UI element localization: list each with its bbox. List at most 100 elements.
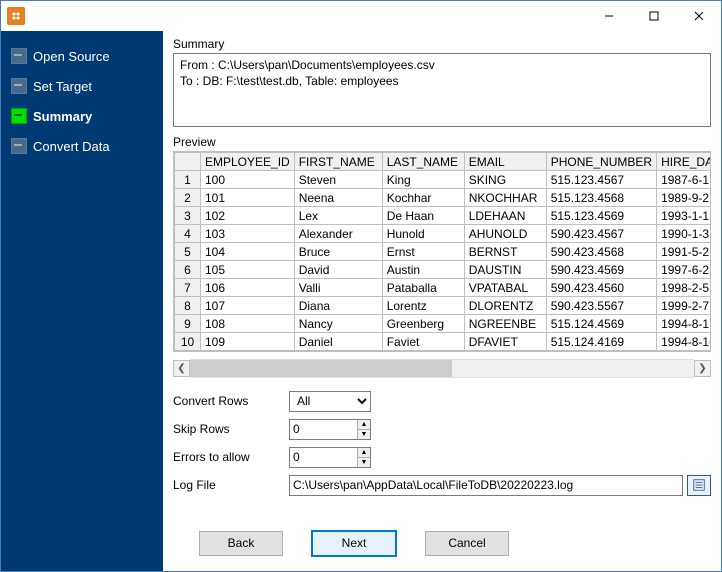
cell[interactable]: SKING [464, 171, 546, 189]
cell[interactable]: BERNST [464, 243, 546, 261]
col-header[interactable]: PHONE_NUMBER [546, 153, 656, 171]
cell[interactable]: 590.423.4569 [546, 261, 656, 279]
skip-rows-input[interactable] [290, 420, 357, 439]
cell[interactable]: David [294, 261, 382, 279]
cell[interactable]: NKOCHHAR [464, 189, 546, 207]
cell[interactable]: DAUSTIN [464, 261, 546, 279]
cell[interactable]: Nancy [294, 315, 382, 333]
cell[interactable]: 1993-1-13 [657, 207, 710, 225]
cell[interactable]: 1990-1-3 [657, 225, 710, 243]
step-convert-data[interactable]: Convert Data [1, 131, 163, 161]
skip-rows-spinner[interactable]: ▲ ▼ [289, 419, 371, 440]
cell[interactable]: Pataballa [382, 279, 464, 297]
cell[interactable]: 106 [201, 279, 295, 297]
cell[interactable]: Diana [294, 297, 382, 315]
row-number-cell[interactable]: 1 [175, 171, 201, 189]
cell[interactable]: Neena [294, 189, 382, 207]
col-header[interactable]: FIRST_NAME [294, 153, 382, 171]
table-row[interactable]: 6105DavidAustinDAUSTIN590.423.45691997-6… [175, 261, 711, 279]
table-row[interactable]: 1100StevenKingSKING515.123.45671987-6-17… [175, 171, 711, 189]
table-row[interactable]: 9108NancyGreenbergNGREENBE515.124.456919… [175, 315, 711, 333]
browse-logfile-button[interactable] [687, 475, 711, 496]
cell[interactable]: Daniel [294, 333, 382, 351]
spin-down-icon[interactable]: ▼ [358, 430, 370, 439]
row-number-cell[interactable]: 7 [175, 279, 201, 297]
cell[interactable]: 1994-8-16 [657, 333, 710, 351]
cell[interactable]: 104 [201, 243, 295, 261]
scroll-right-icon[interactable]: ❯ [694, 360, 711, 377]
cell[interactable]: 101 [201, 189, 295, 207]
row-number-cell[interactable]: 6 [175, 261, 201, 279]
cell[interactable]: Steven [294, 171, 382, 189]
cell[interactable]: 108 [201, 315, 295, 333]
row-number-cell[interactable]: 2 [175, 189, 201, 207]
step-summary[interactable]: Summary [1, 101, 163, 131]
cell[interactable]: Austin [382, 261, 464, 279]
cell[interactable]: 590.423.4567 [546, 225, 656, 243]
cell[interactable]: 105 [201, 261, 295, 279]
cell[interactable]: 515.124.4569 [546, 315, 656, 333]
scroll-left-icon[interactable]: ❮ [173, 360, 190, 377]
cell[interactable]: 515.123.4569 [546, 207, 656, 225]
col-header[interactable]: LAST_NAME [382, 153, 464, 171]
cell[interactable]: Valli [294, 279, 382, 297]
table-row[interactable]: 10109DanielFavietDFAVIET515.124.41691994… [175, 333, 711, 351]
cell[interactable]: DFAVIET [464, 333, 546, 351]
table-row[interactable]: 2101NeenaKochharNKOCHHAR515.123.45681989… [175, 189, 711, 207]
horizontal-scrollbar[interactable]: ❮ ❯ [173, 360, 711, 377]
table-row[interactable]: 5104BruceErnstBERNST590.423.45681991-5-2… [175, 243, 711, 261]
cell[interactable]: Faviet [382, 333, 464, 351]
col-header[interactable]: EMPLOYEE_ID [201, 153, 295, 171]
row-number-cell[interactable]: 5 [175, 243, 201, 261]
cell[interactable]: 515.124.4169 [546, 333, 656, 351]
table-row[interactable]: 7106ValliPataballaVPATABAL590.423.456019… [175, 279, 711, 297]
row-number-cell[interactable]: 10 [175, 333, 201, 351]
close-button[interactable] [676, 1, 721, 31]
maximize-button[interactable] [631, 1, 676, 31]
cell[interactable]: 1987-6-17 [657, 171, 710, 189]
cell[interactable]: DLORENTZ [464, 297, 546, 315]
cell[interactable]: Ernst [382, 243, 464, 261]
cell[interactable]: 100 [201, 171, 295, 189]
step-set-target[interactable]: Set Target [1, 71, 163, 101]
cell[interactable]: Greenberg [382, 315, 464, 333]
spin-down-icon[interactable]: ▼ [358, 458, 370, 467]
row-number-cell[interactable]: 4 [175, 225, 201, 243]
cell[interactable]: King [382, 171, 464, 189]
cell[interactable]: Lex [294, 207, 382, 225]
scroll-track[interactable] [190, 359, 694, 378]
cell[interactable]: 1991-5-21 [657, 243, 710, 261]
convert-rows-select[interactable]: All [289, 391, 371, 412]
row-number-cell[interactable]: 9 [175, 315, 201, 333]
cell[interactable]: VPATABAL [464, 279, 546, 297]
cell[interactable]: AHUNOLD [464, 225, 546, 243]
cell[interactable]: 1997-6-25 [657, 261, 710, 279]
spin-up-icon[interactable]: ▲ [358, 448, 370, 458]
table-row[interactable]: 3102LexDe HaanLDEHAAN515.123.45691993-1-… [175, 207, 711, 225]
cell[interactable]: Bruce [294, 243, 382, 261]
cell[interactable]: 1999-2-7 [657, 297, 710, 315]
cell[interactable]: 515.123.4568 [546, 189, 656, 207]
cell[interactable]: 515.123.4567 [546, 171, 656, 189]
scroll-thumb[interactable] [190, 360, 452, 377]
table-row[interactable]: 4103AlexanderHunoldAHUNOLD590.423.456719… [175, 225, 711, 243]
next-button[interactable]: Next [311, 530, 397, 557]
cell[interactable]: 109 [201, 333, 295, 351]
col-header[interactable]: EMAIL [464, 153, 546, 171]
cell[interactable]: 102 [201, 207, 295, 225]
spin-up-icon[interactable]: ▲ [358, 420, 370, 430]
cell[interactable]: 1989-9-21 [657, 189, 710, 207]
minimize-button[interactable] [586, 1, 631, 31]
step-open-source[interactable]: Open Source [1, 41, 163, 71]
cell[interactable]: 590.423.5567 [546, 297, 656, 315]
cell[interactable]: 1994-8-17 [657, 315, 710, 333]
logfile-input[interactable] [289, 475, 683, 496]
cancel-button[interactable]: Cancel [425, 531, 509, 556]
summary-textbox[interactable]: From : C:\Users\pan\Documents\employees.… [173, 53, 711, 127]
cell[interactable]: Kochhar [382, 189, 464, 207]
cell[interactable]: Alexander [294, 225, 382, 243]
back-button[interactable]: Back [199, 531, 283, 556]
col-header[interactable]: HIRE_DATE [657, 153, 710, 171]
cell[interactable]: 1998-2-5 [657, 279, 710, 297]
errors-spinner[interactable]: ▲ ▼ [289, 447, 371, 468]
